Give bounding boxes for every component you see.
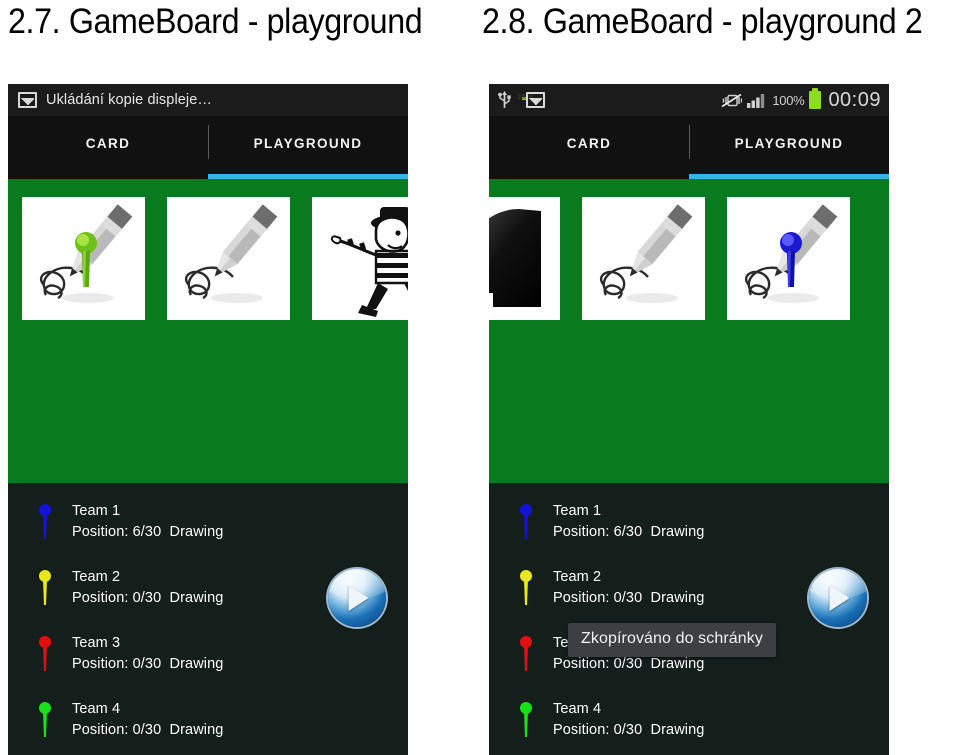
pin-icon-team-3 — [28, 635, 62, 673]
tab-card[interactable]: CARD — [489, 116, 689, 179]
vibrate-off-icon — [721, 93, 743, 107]
card-head-silhouette[interactable] — [489, 197, 560, 320]
tab-playground-label: PLAYGROUND — [253, 136, 363, 151]
team-info: Team 4 Position: 0/30 Drawing — [72, 699, 223, 741]
tab-playground[interactable]: PLAYGROUND — [208, 116, 408, 179]
team-position: Position: 0/30 Drawing — [553, 590, 705, 606]
status-bar-right-icons: 100% 00:09 — [721, 88, 889, 112]
card-pencil[interactable] — [167, 197, 290, 320]
tab-card-label: CARD — [85, 136, 131, 151]
pencil-icon — [599, 204, 693, 303]
gallery-icon — [526, 92, 545, 108]
team-position: Position: 0/30 Drawing — [553, 722, 705, 738]
team-row[interactable]: Team 2 Position: 0/30 Drawing — [489, 555, 889, 627]
pin-icon-team-4 — [509, 701, 543, 739]
team-position: Position: 0/30 Drawing — [72, 590, 224, 606]
team-name: Team 2 — [553, 569, 602, 585]
toast-message: Zkopírováno do schránky — [568, 623, 776, 657]
pencil-with-blue-pin-icon — [744, 204, 838, 303]
head-silhouette-icon — [489, 209, 541, 307]
team-position: Position: 6/30 Drawing — [72, 524, 224, 540]
card-row-right — [489, 197, 850, 320]
team-row[interactable]: Team 1 Position: 6/30 Drawing — [489, 489, 889, 555]
pin-icon-team-2 — [28, 569, 62, 607]
clock-label: 00:09 — [828, 88, 881, 111]
tab-playground[interactable]: PLAYGROUND — [689, 116, 889, 179]
card-pencil[interactable] — [582, 197, 705, 320]
card-pencil-green-pin[interactable] — [22, 197, 145, 320]
status-bar-left-icons: 100% — [489, 90, 545, 110]
battery-icon — [809, 88, 822, 109]
pin-icon-team-4 — [28, 701, 62, 739]
card-row-left — [22, 197, 408, 320]
gallery-icon — [18, 92, 37, 108]
battery-percent-label: 100% — [772, 92, 805, 108]
tab-playground-label: PLAYGROUND — [734, 136, 844, 151]
screenshot-panel-left: Ukládání kopie displeje… CARD PLAYGROUND — [8, 84, 408, 755]
team-name: Team 1 — [553, 503, 602, 519]
play-icon — [348, 585, 369, 611]
notification-text: Ukládání kopie displeje… — [46, 92, 213, 108]
play-button[interactable] — [328, 569, 386, 627]
team-name: Team 1 — [72, 503, 121, 519]
figure-caption-right: 2.8. GameBoard - playground 2 — [482, 2, 923, 41]
playground-board-left — [8, 179, 408, 483]
team-row[interactable]: Team 1 Position: 6/30 Drawing — [8, 489, 408, 555]
team-name: Team 2 — [72, 569, 121, 585]
pin-icon-team-2 — [509, 569, 543, 607]
tab-card[interactable]: CARD — [8, 116, 208, 179]
pin-icon-team-1 — [509, 503, 543, 541]
figure-caption-left: 2.7. GameBoard - playground — [8, 2, 423, 41]
pin-icon-team-3 — [509, 635, 543, 673]
team-list-left: Team 1 Position: 6/30 Drawing Team 2 Pos… — [8, 483, 408, 755]
team-info: Team 2 Position: 0/30 Drawing — [72, 567, 223, 609]
team-position: Position: 0/30 Drawing — [72, 656, 224, 672]
team-info: Team 2 Position: 0/30 Drawing — [553, 567, 704, 609]
team-info: Team 3 Position: 0/30 Drawing — [72, 633, 223, 675]
team-position: Position: 6/30 Drawing — [553, 524, 705, 540]
team-row[interactable]: Team 4 Position: 0/30 Drawing — [8, 687, 408, 753]
team-info: Team 4 Position: 0/30 Drawing — [553, 699, 704, 741]
signal-icon — [747, 94, 765, 108]
pencil-with-green-pin-icon — [39, 204, 133, 303]
team-row[interactable]: Team 2 Position: 0/30 Drawing — [8, 555, 408, 627]
team-name: Team 3 — [72, 635, 121, 651]
team-list-right: Team 1 Position: 6/30 Drawing Team 2 Pos… — [489, 483, 889, 755]
status-bar-left: Ukládání kopie displeje… — [8, 84, 408, 116]
screenshot-panel-right: 100% 100% 00:09 CARD PLAYGROUND Team 1 P… — [489, 84, 889, 755]
pin-icon-team-1 — [28, 503, 62, 541]
card-pencil-blue-pin[interactable] — [727, 197, 850, 320]
playground-board-right — [489, 179, 889, 483]
tab-bar-left: CARD PLAYGROUND — [8, 116, 408, 179]
tab-bar-right: CARD PLAYGROUND — [489, 116, 889, 179]
play-icon — [829, 585, 850, 611]
team-position: Position: 0/30 Drawing — [72, 722, 224, 738]
play-button[interactable] — [809, 569, 867, 627]
team-name: Team 4 — [553, 701, 602, 717]
team-row[interactable]: Team 3 Position: 0/30 Drawing — [8, 621, 408, 687]
status-bar-right: 100% 100% 00:09 — [489, 84, 889, 116]
pencil-icon — [184, 204, 278, 303]
team-name: Team 4 — [72, 701, 121, 717]
card-burglar[interactable] — [312, 197, 408, 320]
burglar-icon — [330, 207, 408, 317]
tab-card-label: CARD — [566, 136, 612, 151]
team-info: Team 1 Position: 6/30 Drawing — [72, 501, 223, 543]
usb-icon — [498, 90, 511, 108]
team-info: Team 1 Position: 6/30 Drawing — [553, 501, 704, 543]
team-row[interactable]: Team 4 Position: 0/30 Drawing — [489, 687, 889, 753]
